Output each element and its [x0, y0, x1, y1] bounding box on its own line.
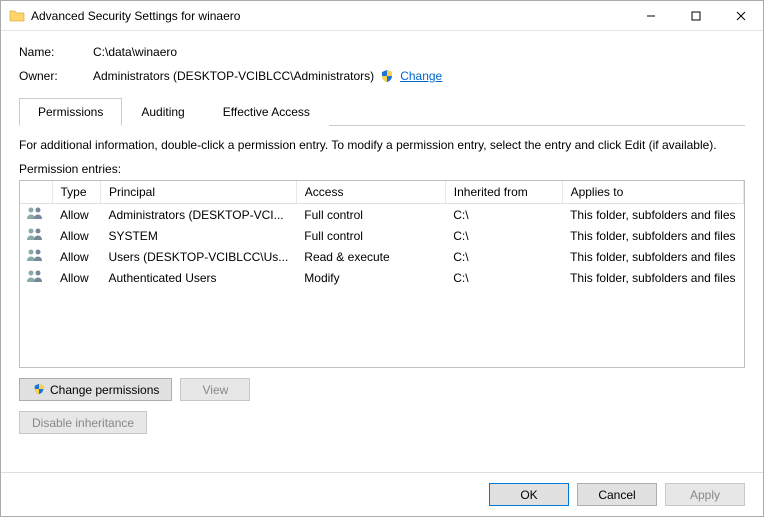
- cell-type: Allow: [52, 267, 100, 288]
- users-icon: [26, 251, 44, 265]
- owner-label: Owner:: [19, 69, 93, 83]
- cell-inherited: C:\: [445, 267, 562, 288]
- tab-permissions[interactable]: Permissions: [19, 98, 122, 126]
- apply-button[interactable]: Apply: [665, 483, 745, 506]
- minimize-button[interactable]: [628, 1, 673, 30]
- cell-inherited: C:\: [445, 246, 562, 267]
- cell-inherited: C:\: [445, 204, 562, 226]
- shield-icon: [32, 383, 46, 397]
- cell-principal: Users (DESKTOP-VCIBLCC\Us...: [100, 246, 296, 267]
- cell-principal: Authenticated Users: [100, 267, 296, 288]
- cell-applies: This folder, subfolders and files: [562, 246, 743, 267]
- table-row[interactable]: AllowUsers (DESKTOP-VCIBLCC\Us...Read & …: [20, 246, 744, 267]
- disable-inheritance-button[interactable]: Disable inheritance: [19, 411, 147, 434]
- tab-effective-access[interactable]: Effective Access: [204, 98, 329, 126]
- cell-access: Full control: [296, 204, 445, 226]
- content-area: Name: C:\data\winaero Owner: Administrat…: [1, 31, 763, 472]
- owner-value: Administrators (DESKTOP-VCIBLCC\Administ…: [93, 69, 374, 83]
- footer: OK Cancel Apply: [1, 472, 763, 516]
- cell-principal: Administrators (DESKTOP-VCI...: [100, 204, 296, 226]
- cancel-button[interactable]: Cancel: [577, 483, 657, 506]
- change-owner-link[interactable]: Change: [400, 69, 442, 83]
- ok-button[interactable]: OK: [489, 483, 569, 506]
- table-row[interactable]: AllowSYSTEMFull controlC:\This folder, s…: [20, 225, 744, 246]
- col-access[interactable]: Access: [296, 181, 445, 204]
- cell-principal: SYSTEM: [100, 225, 296, 246]
- cell-access: Read & execute: [296, 246, 445, 267]
- window-title: Advanced Security Settings for winaero: [31, 9, 628, 23]
- cell-type: Allow: [52, 246, 100, 267]
- col-principal[interactable]: Principal: [100, 181, 296, 204]
- cell-inherited: C:\: [445, 225, 562, 246]
- table-row[interactable]: AllowAuthenticated UsersModifyC:\This fo…: [20, 267, 744, 288]
- close-button[interactable]: [718, 1, 763, 30]
- col-type[interactable]: Type: [52, 181, 100, 204]
- name-label: Name:: [19, 45, 93, 59]
- cell-applies: This folder, subfolders and files: [562, 267, 743, 288]
- maximize-button[interactable]: [673, 1, 718, 30]
- header-row: Type Principal Access Inherited from App…: [20, 181, 744, 204]
- cell-access: Modify: [296, 267, 445, 288]
- tab-strip: Permissions Auditing Effective Access: [19, 97, 745, 126]
- info-text: For additional information, double-click…: [19, 138, 745, 152]
- change-permissions-label: Change permissions: [50, 383, 159, 397]
- cell-applies: This folder, subfolders and files: [562, 204, 743, 226]
- titlebar: Advanced Security Settings for winaero: [1, 1, 763, 31]
- col-inherited[interactable]: Inherited from: [445, 181, 562, 204]
- folder-icon: [9, 8, 25, 24]
- table-row[interactable]: AllowAdministrators (DESKTOP-VCI...Full …: [20, 204, 744, 226]
- users-icon: [26, 272, 44, 286]
- name-row: Name: C:\data\winaero: [19, 45, 745, 59]
- users-icon: [26, 209, 44, 223]
- shield-icon: [380, 69, 394, 83]
- cell-access: Full control: [296, 225, 445, 246]
- owner-row: Owner: Administrators (DESKTOP-VCIBLCC\A…: [19, 69, 745, 83]
- users-icon: [26, 230, 44, 244]
- name-value: C:\data\winaero: [93, 45, 177, 59]
- permission-entries-label: Permission entries:: [19, 162, 745, 176]
- col-applies[interactable]: Applies to: [562, 181, 743, 204]
- change-permissions-button[interactable]: Change permissions: [19, 378, 172, 401]
- cell-type: Allow: [52, 225, 100, 246]
- view-button[interactable]: View: [180, 378, 250, 401]
- permission-grid[interactable]: Type Principal Access Inherited from App…: [19, 180, 745, 368]
- cell-type: Allow: [52, 204, 100, 226]
- tab-auditing[interactable]: Auditing: [122, 98, 203, 126]
- window: Advanced Security Settings for winaero N…: [0, 0, 764, 517]
- cell-applies: This folder, subfolders and files: [562, 225, 743, 246]
